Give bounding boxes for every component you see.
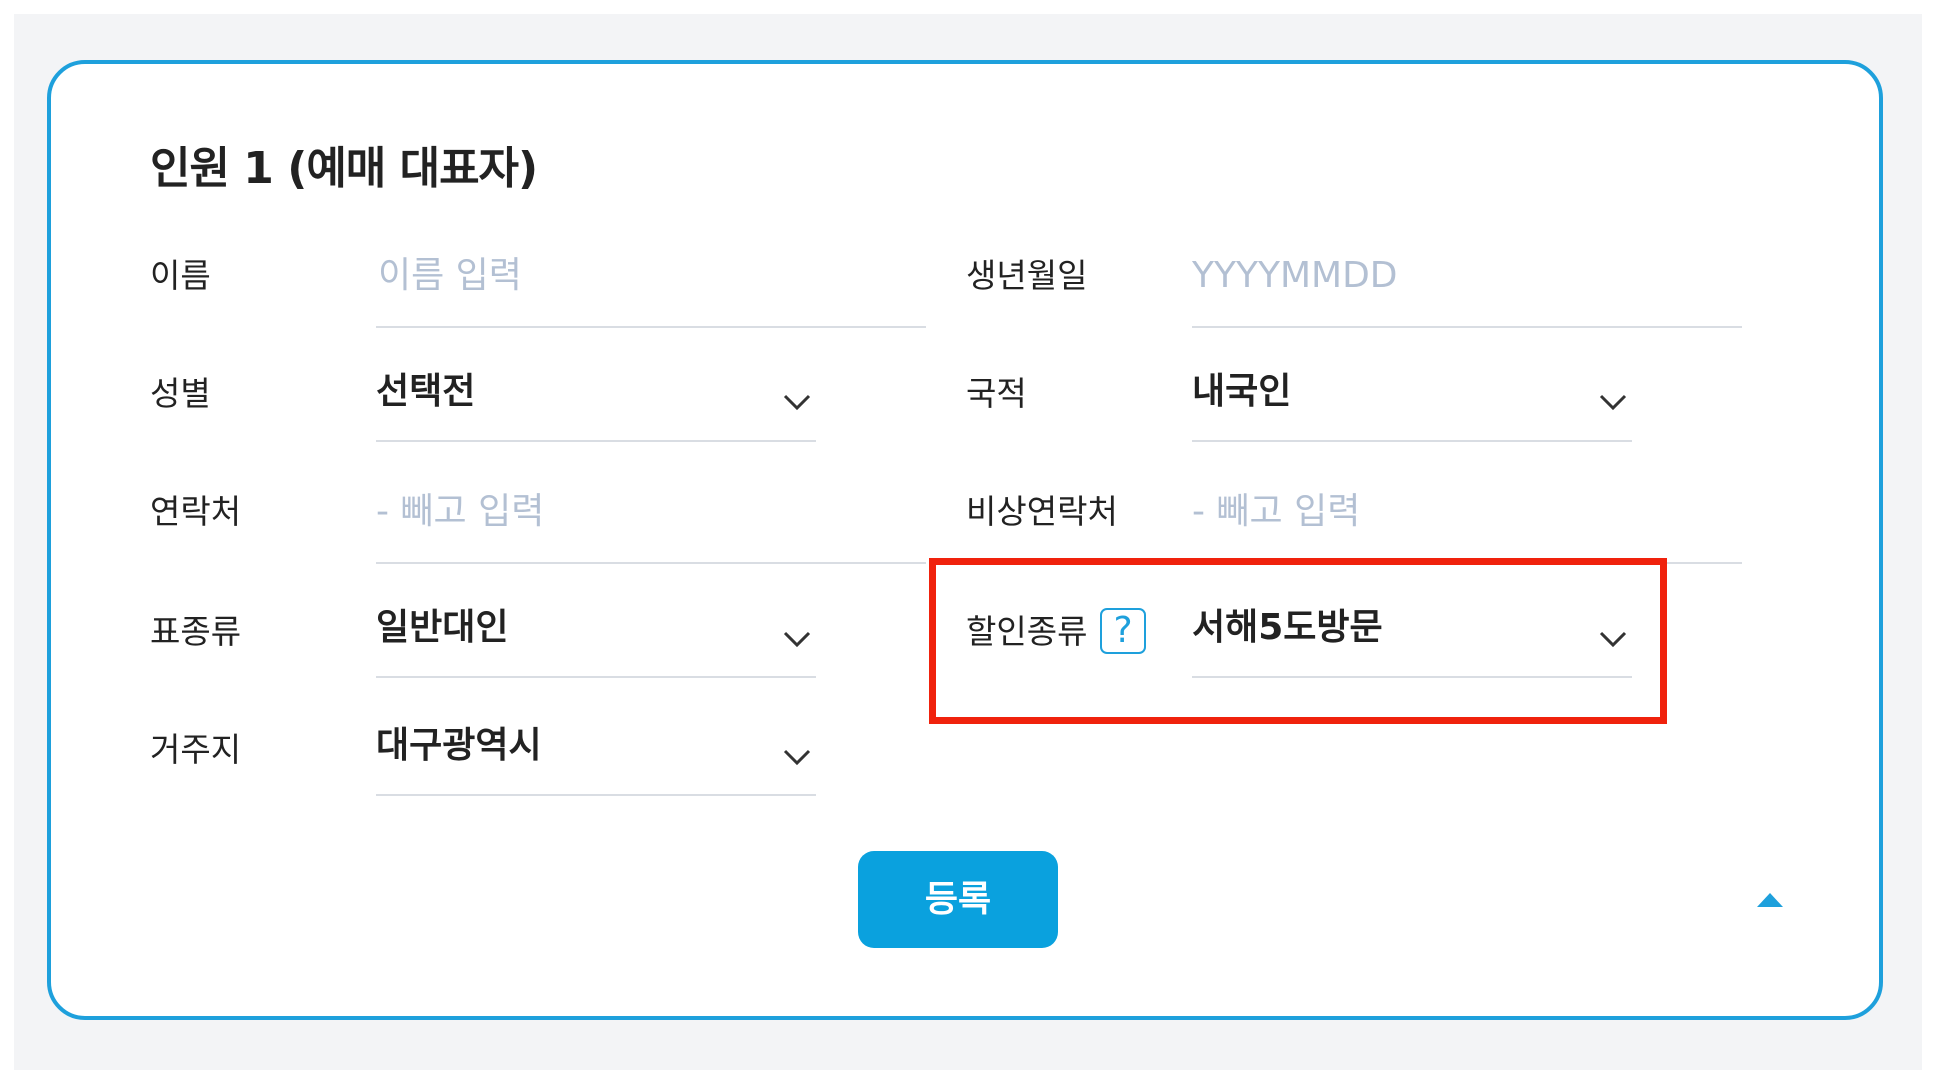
- birthdate-input-underline: [1192, 326, 1742, 328]
- gender-select-underline: [376, 440, 816, 442]
- nationality-label: 국적: [966, 374, 1027, 413]
- contact-label: 연락처: [150, 492, 242, 531]
- residence-select-underline: [376, 794, 816, 796]
- caret-up-icon[interactable]: [1757, 893, 1783, 907]
- highlight-box: [929, 558, 1667, 724]
- name-input-underline: [376, 326, 926, 328]
- chevron-down-icon[interactable]: [782, 630, 812, 648]
- contact-input[interactable]: - 빼고 입력: [376, 490, 544, 534]
- gender-label: 성별: [150, 374, 211, 413]
- nationality-select[interactable]: 내국인: [1192, 370, 1291, 414]
- birthdate-label: 생년월일: [966, 256, 1088, 295]
- name-input[interactable]: 이름 입력: [378, 254, 522, 298]
- emergency-contact-label: 비상연락처: [966, 492, 1118, 531]
- ticket-type-label: 표종류: [150, 612, 242, 651]
- name-label: 이름: [150, 256, 211, 295]
- section-title: 인원 1 (예매 대표자): [150, 143, 538, 194]
- residence-select[interactable]: 대구광역시: [376, 724, 542, 768]
- birthdate-input[interactable]: YYYYMMDD: [1192, 254, 1398, 298]
- nationality-select-underline: [1192, 440, 1632, 442]
- emergency-contact-input[interactable]: - 빼고 입력: [1192, 490, 1360, 534]
- gender-select[interactable]: 선택전: [376, 370, 475, 414]
- contact-input-underline: [376, 562, 926, 564]
- chevron-down-icon[interactable]: [782, 748, 812, 766]
- chevron-down-icon[interactable]: [1598, 393, 1628, 411]
- residence-label: 거주지: [150, 730, 242, 769]
- register-button[interactable]: 등록: [858, 851, 1058, 948]
- ticket-type-select[interactable]: 일반대인: [376, 606, 508, 650]
- chevron-down-icon[interactable]: [782, 393, 812, 411]
- ticket-type-select-underline: [376, 676, 816, 678]
